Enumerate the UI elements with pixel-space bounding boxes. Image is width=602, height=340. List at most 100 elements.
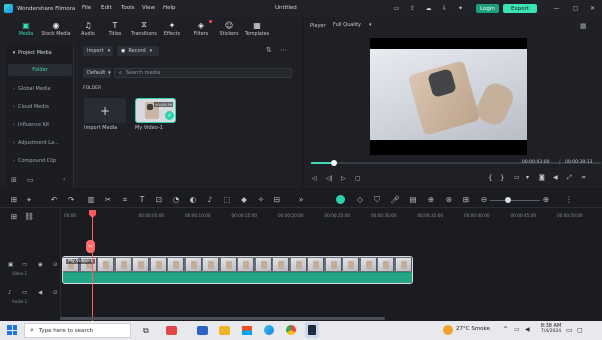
cloud-icon[interactable]: ☁ <box>424 4 433 13</box>
tab-effects[interactable]: ✦ Effects <box>159 20 185 42</box>
volume-icon[interactable]: ◀ <box>38 290 42 296</box>
split-icon[interactable]: ✂ <box>103 195 113 204</box>
effect-tool-icon[interactable]: ✧ <box>256 195 266 204</box>
menu-edit[interactable]: Edit <box>101 5 112 11</box>
playback-progress-track[interactable] <box>311 162 601 164</box>
maximize-icon[interactable]: ▢ <box>571 4 580 13</box>
quality-dropdown[interactable]: Full Quality ▾ <box>333 22 372 28</box>
gift-icon[interactable]: ✦ <box>456 4 465 13</box>
delete-icon[interactable]: ▥ <box>86 195 96 204</box>
keyframe-icon[interactable]: ◇ <box>355 195 365 204</box>
layout-icon[interactable]: ⊞ <box>9 195 19 204</box>
step-back-icon[interactable]: ◁| <box>326 175 333 182</box>
download-icon[interactable]: ⇩ <box>440 4 449 13</box>
media-search-input[interactable]: ⌕ Search media <box>114 68 292 78</box>
lock-icon[interactable]: ⊙ <box>53 290 58 296</box>
sort-dropdown[interactable]: Default ▾ <box>83 68 111 78</box>
stop-icon[interactable]: ▢ <box>355 175 361 182</box>
notification-icon[interactable]: ▭ <box>566 326 573 334</box>
text-tool-icon[interactable]: T <box>137 195 147 204</box>
login-button[interactable]: Login <box>476 4 499 13</box>
crop-tool-icon[interactable]: ⌗ <box>120 195 130 205</box>
mail-icon[interactable] <box>197 326 208 335</box>
more-tools-icon[interactable]: » <box>296 195 306 204</box>
crop-icon[interactable]: ⌗ <box>582 174 585 182</box>
folder-icon[interactable]: ▭ <box>27 176 34 184</box>
import-button[interactable]: Import ▾ <box>83 46 113 56</box>
record-button[interactable]: ◉ Record ▾ <box>117 46 159 56</box>
grid-icon[interactable]: ⊞ <box>461 195 471 204</box>
shield-icon[interactable]: ⛉ <box>372 195 382 205</box>
device-icon[interactable]: ▭ <box>392 4 401 13</box>
previous-frame-icon[interactable]: ◁ <box>312 175 317 182</box>
mask-icon[interactable]: ⬚ <box>222 195 232 204</box>
add-track-icon[interactable]: ⊞ <box>9 212 19 221</box>
play-icon[interactable]: ▷ <box>341 175 346 182</box>
sidebar-item-folder[interactable]: Folder <box>8 64 72 76</box>
filmora-taskbar-button[interactable] <box>305 322 319 338</box>
lock-icon[interactable]: ⊙ <box>53 262 58 268</box>
markers-icon[interactable]: ⊛ <box>444 195 454 204</box>
close-icon[interactable]: ✕ <box>588 4 597 13</box>
timeline-video-clip[interactable]: My Video-1 <box>62 256 413 284</box>
taskbar-search-input[interactable]: ⌕ Type here to search <box>24 323 131 338</box>
transform-icon[interactable]: ⊡ <box>154 195 164 204</box>
folder-icon[interactable]: ▭ <box>22 290 27 296</box>
network-icon[interactable]: ▭ <box>514 326 520 333</box>
subtitle-icon[interactable]: ▤ <box>408 195 418 204</box>
sidebar-item-project-media[interactable]: ▾ Project Media <box>10 46 72 59</box>
tab-media[interactable]: ▣ Media <box>13 20 39 42</box>
eye-icon[interactable]: ◉ <box>38 262 43 268</box>
stabilize-icon[interactable]: ⊟ <box>272 195 282 204</box>
monitor-icon[interactable]: ▭ <box>514 174 520 181</box>
speaker-icon[interactable]: ◀ <box>525 326 530 333</box>
import-media-tile[interactable]: + <box>84 98 126 123</box>
taskbar-clock[interactable]: 8:38 AM 7/4/2024 <box>536 323 566 334</box>
sidebar-item-influence-kit[interactable]: › Influence Kit <box>10 118 72 131</box>
media-clip-thumbnail[interactable]: 00:00:39 ✓ <box>135 98 176 123</box>
new-folder-icon[interactable]: ⊞ <box>11 176 17 184</box>
menu-view[interactable]: View <box>142 5 155 11</box>
filter-icon[interactable]: ⇅ <box>266 46 272 54</box>
folder-icon[interactable]: ▭ <box>22 262 27 268</box>
mark-out-icon[interactable]: } <box>500 174 504 182</box>
redo-icon[interactable]: ↷ <box>66 195 76 204</box>
timeline-scrollbar[interactable] <box>60 317 385 320</box>
show-hidden-icons-icon[interactable]: ^ <box>503 326 508 333</box>
chrome-icon[interactable] <box>286 325 296 335</box>
minimize-icon[interactable]: — <box>552 4 561 13</box>
zoom-in-icon[interactable]: ⊕ <box>541 195 551 204</box>
sidebar-item-adjustment-layer[interactable]: › Adjustment La... <box>10 136 72 149</box>
select-tool-icon[interactable]: ⌖ <box>24 195 34 205</box>
snapshot-icon[interactable]: ▦ <box>580 22 587 30</box>
sidebar-item-global-media[interactable]: › Global Media <box>10 82 72 95</box>
export-button[interactable]: Export <box>503 4 538 13</box>
tab-transitions[interactable]: ⧖ Transitions <box>131 20 157 42</box>
chevron-down-icon[interactable]: ▾ <box>526 174 529 181</box>
ai-tool-icon[interactable]: ◆ <box>239 195 249 204</box>
zoom-out-icon[interactable]: ⊖ <box>479 195 489 204</box>
microphone-icon[interactable]: 🎤︎ <box>390 195 400 204</box>
color-icon[interactable]: ◐ <box>188 195 198 204</box>
tab-templates[interactable]: ▦ Templates <box>244 20 270 42</box>
undo-icon[interactable]: ↶ <box>49 195 59 204</box>
playhead-split-icon[interactable]: ✂ <box>86 240 95 253</box>
tab-filters[interactable]: ◈ Filters <box>188 20 214 42</box>
task-view-icon[interactable]: ⧉ <box>143 326 149 336</box>
zoom-slider[interactable] <box>490 200 540 201</box>
speed-icon[interactable]: ◔ <box>171 195 181 204</box>
windows-start-icon[interactable] <box>7 325 17 335</box>
zoom-slider-handle[interactable] <box>505 197 511 203</box>
sidebar-item-compound-clip[interactable]: › Compound Clip <box>10 154 72 167</box>
tab-titles[interactable]: T Titles <box>102 20 128 42</box>
audio-tool-icon[interactable]: ♪ <box>205 195 215 204</box>
snap-icon[interactable]: ⊕ <box>426 195 436 204</box>
file-explorer-icon[interactable] <box>219 326 230 335</box>
more-options-icon[interactable]: ⋮ <box>564 195 574 204</box>
tab-stickers[interactable]: ☺ Stickers <box>216 20 242 42</box>
store-icon[interactable] <box>242 326 252 335</box>
edge-icon[interactable] <box>264 325 274 335</box>
menu-file[interactable]: File <box>82 5 91 11</box>
camera-icon[interactable]: ◙ <box>539 174 545 181</box>
tab-stock-media[interactable]: ◉ Stock Media <box>41 20 70 42</box>
